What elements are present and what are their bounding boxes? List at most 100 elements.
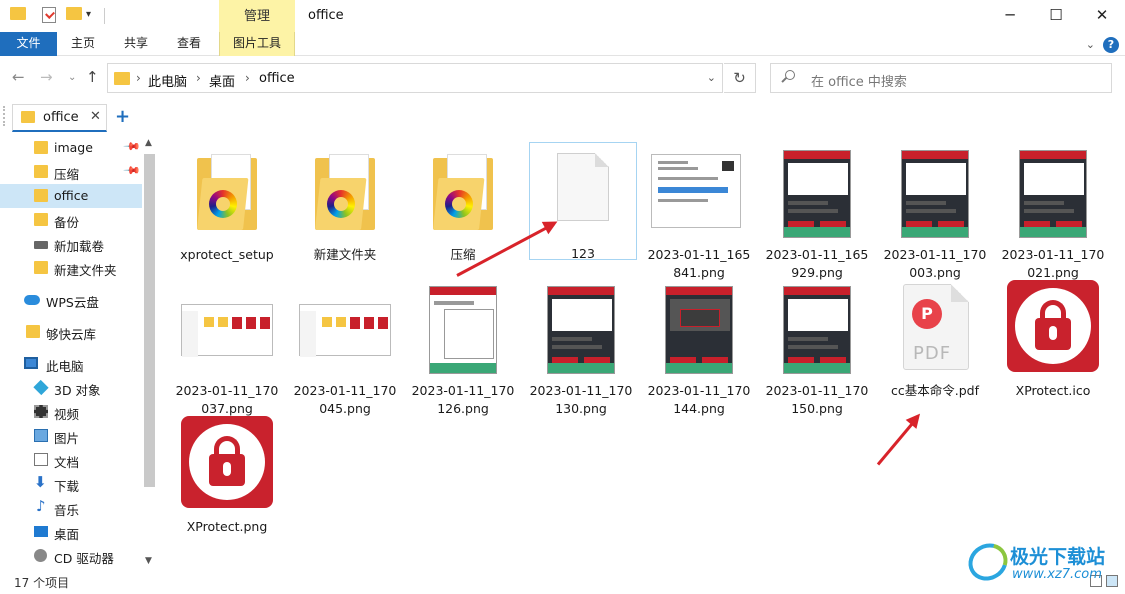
folder-icon — [26, 325, 40, 338]
tab-label: office — [43, 110, 79, 125]
file-name: 2023-01-11_170150.png — [765, 383, 869, 416]
watermark-logo-icon — [961, 536, 1015, 588]
document-icon — [34, 453, 48, 466]
file-item[interactable]: 2023-01-11_170126.png — [409, 280, 517, 418]
tab-office[interactable]: office ✕ — [12, 104, 107, 132]
folder-icon — [34, 165, 48, 178]
folder-icon[interactable] — [10, 7, 26, 20]
sidebar-item-new-folder[interactable]: 新建文件夹 — [0, 256, 142, 280]
file-name: XProtect.ico — [1015, 383, 1091, 398]
drag-handle — [3, 106, 5, 126]
sidebar-item-desktop[interactable]: 桌面 — [0, 520, 142, 544]
tab-home[interactable]: 主页 — [61, 32, 105, 56]
file-name: 2023-01-11_170144.png — [647, 383, 751, 416]
folder-icon — [114, 72, 130, 85]
pdf-file-icon: P PDF — [903, 284, 969, 370]
help-icon[interactable]: ? — [1103, 37, 1119, 53]
breadcrumb-separator: › — [196, 71, 201, 85]
tab-file[interactable]: 文件 — [0, 32, 57, 56]
scroll-down-icon[interactable]: ▼ — [145, 556, 152, 566]
sidebar-item-label: 新建文件夹 — [54, 263, 117, 278]
file-name: 123 — [571, 246, 595, 261]
customize-quick-access-icon[interactable]: ▾ — [86, 9, 91, 20]
sidebar-item-label: 压缩 — [54, 167, 80, 182]
sidebar-item-label: 够快云库 — [46, 327, 97, 342]
watermark: 极光下载站 www.xz7.com — [961, 536, 1118, 588]
file-name: XProtect.png — [186, 519, 268, 534]
sidebar-item-new-volume[interactable]: 新加载卷 — [0, 232, 142, 256]
pc-icon — [24, 357, 38, 369]
sidebar-item-gokuai[interactable]: 够快云库 — [0, 320, 142, 344]
file-item[interactable]: 2023-01-11_165929.png — [763, 144, 871, 282]
back-arrow-icon[interactable]: ← — [12, 68, 25, 86]
close-button[interactable]: ✕ — [1079, 0, 1125, 32]
sidebar-scrollbar[interactable]: ▲ ▼ — [142, 136, 157, 568]
search-input[interactable]: 在 office 中搜索 — [770, 63, 1112, 93]
tab-picture-tools[interactable]: 图片工具 — [219, 32, 295, 56]
file-name: xprotect_setup — [180, 247, 274, 262]
file-item[interactable]: 2023-01-11_170130.png — [527, 280, 635, 418]
window-title: office — [308, 8, 344, 23]
sidebar-item-office[interactable]: office — [0, 184, 142, 208]
sidebar-item-cd-drive[interactable]: CD 驱动器 — [0, 544, 142, 568]
sidebar-item-label: office — [54, 188, 89, 203]
file-item[interactable]: XProtect.png — [173, 416, 281, 536]
forward-arrow-icon[interactable]: → — [40, 68, 53, 86]
folder-icon — [34, 213, 48, 226]
scroll-up-icon[interactable]: ▲ — [145, 138, 152, 148]
refresh-button[interactable]: ↻ — [724, 63, 756, 93]
sidebar-item-downloads[interactable]: ⬇ 下载 — [0, 472, 142, 496]
recent-locations-icon[interactable]: ⌄ — [68, 72, 76, 83]
close-tab-icon[interactable]: ✕ — [90, 109, 101, 124]
sidebar-item-documents[interactable]: 文档 — [0, 448, 142, 472]
new-tab-button[interactable]: + — [115, 106, 130, 127]
file-item[interactable]: 2023-01-11_170003.png — [881, 144, 989, 282]
sidebar-item-compress[interactable]: 压缩 📌 — [0, 160, 142, 184]
tab-share[interactable]: 共享 — [114, 32, 158, 56]
folder-icon — [197, 154, 257, 230]
breadcrumb-office[interactable]: office — [259, 71, 295, 86]
file-item[interactable]: P PDF cc基本命令.pdf — [881, 280, 989, 400]
tab-view[interactable]: 查看 — [167, 32, 211, 56]
title-bar: ▾ 管理 office ─ ☐ ✕ — [0, 0, 1125, 32]
file-item[interactable]: 压缩 — [409, 144, 517, 264]
sidebar-item-this-pc[interactable]: 此电脑 — [0, 352, 142, 376]
new-folder-icon[interactable] — [66, 7, 82, 20]
file-item[interactable]: 2023-01-11_170150.png — [763, 280, 871, 418]
file-item[interactable]: 2023-01-11_170144.png — [645, 280, 753, 418]
file-item[interactable]: 新建文件夹 — [291, 144, 399, 264]
file-item[interactable]: xprotect_setup — [173, 144, 281, 264]
sidebar-item-label: 新加载卷 — [54, 239, 105, 254]
breadcrumb-desktop[interactable]: 桌面 — [209, 71, 235, 90]
file-item[interactable]: 2023-01-11_165841.png — [645, 144, 753, 282]
minimize-button[interactable]: ─ — [987, 0, 1033, 32]
sidebar-item-label: WPS云盘 — [46, 295, 99, 310]
image-thumbnail — [651, 154, 741, 228]
file-item[interactable]: XProtect.ico — [999, 280, 1107, 400]
folder-tab-row: office ✕ + — [0, 100, 1125, 134]
sidebar-item-image[interactable]: image 📌 — [0, 136, 142, 160]
sidebar-item-pictures[interactable]: 图片 — [0, 424, 142, 448]
file-item-selected[interactable]: 123 — [529, 142, 637, 261]
up-arrow-icon[interactable]: ↑ — [86, 68, 99, 86]
file-item[interactable]: 2023-01-11_170037.png — [173, 280, 281, 418]
sidebar-item-music[interactable]: ♪ 音乐 — [0, 496, 142, 520]
maximize-button[interactable]: ☐ — [1033, 0, 1079, 32]
manage-context-tab[interactable]: 管理 — [219, 0, 295, 32]
sidebar-item-3d-objects[interactable]: 3D 对象 — [0, 376, 142, 400]
file-item[interactable]: 2023-01-11_170045.png — [291, 280, 399, 418]
file-name: 2023-01-11_170021.png — [1001, 247, 1105, 280]
properties-icon[interactable] — [42, 7, 56, 23]
scrollbar-thumb[interactable] — [144, 154, 155, 487]
file-item[interactable]: 2023-01-11_170021.png — [999, 144, 1107, 282]
chevron-down-icon[interactable]: ⌄ — [707, 71, 716, 84]
sidebar-item-backup[interactable]: 备份 — [0, 208, 142, 232]
collapse-ribbon-icon[interactable]: ⌄ — [1086, 38, 1095, 51]
sidebar-item-videos[interactable]: 视频 — [0, 400, 142, 424]
image-thumbnail — [181, 304, 273, 357]
pin-icon: 📌 — [122, 161, 142, 180]
folder-icon — [21, 111, 35, 123]
address-bar[interactable]: › 此电脑 › 桌面 › office ⌄ — [107, 63, 723, 93]
sidebar-item-wps-cloud[interactable]: WPS云盘 — [0, 288, 142, 312]
breadcrumb-this-pc[interactable]: 此电脑 — [148, 71, 187, 90]
